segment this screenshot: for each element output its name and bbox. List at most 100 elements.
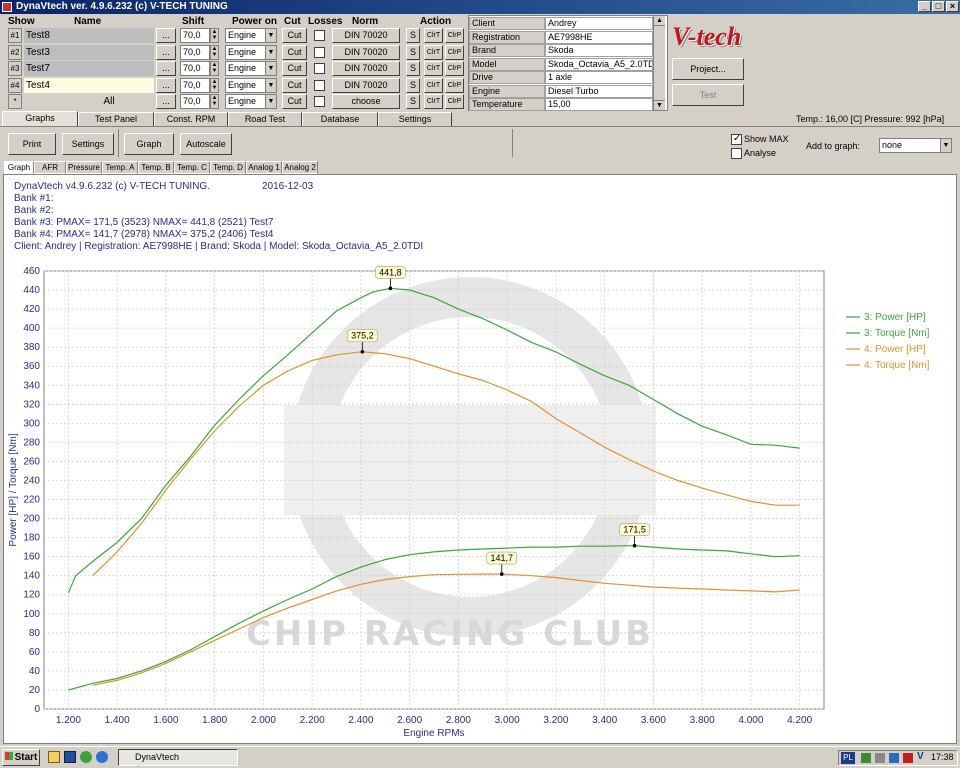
- test-button[interactable]: Test: [672, 84, 744, 106]
- norm-button[interactable]: DIN 70020: [332, 61, 400, 76]
- client-field-value[interactable]: Skoda: [545, 44, 653, 57]
- subtab-pressure[interactable]: Pressure: [66, 161, 102, 174]
- clear-torque-button[interactable]: ClrT: [424, 44, 443, 60]
- minimize-button[interactable]: _: [918, 1, 931, 12]
- row-number[interactable]: *: [8, 94, 22, 109]
- browse-button[interactable]: ...: [156, 44, 176, 60]
- shift-spinner[interactable]: ▲ ▼: [210, 94, 219, 109]
- subtab-temp-d[interactable]: Temp. D: [210, 161, 246, 174]
- shift-input[interactable]: 70,0: [180, 94, 210, 109]
- clear-power-button[interactable]: ClrP: [445, 77, 464, 93]
- shift-spinner[interactable]: ▲ ▼: [210, 28, 219, 43]
- vtech-tray-icon[interactable]: V: [917, 751, 927, 763]
- browse-button[interactable]: ...: [156, 61, 176, 76]
- taskbar-dynavtech[interactable]: DynaVtech: [118, 749, 238, 766]
- add-to-graph-select[interactable]: none ▼: [879, 138, 952, 153]
- save-test-button[interactable]: S: [406, 94, 420, 109]
- media-icon[interactable]: [80, 751, 92, 763]
- row-number[interactable]: #2: [8, 44, 22, 60]
- language-indicator[interactable]: PL: [841, 752, 855, 764]
- browse-button[interactable]: ...: [156, 94, 176, 109]
- save-test-button[interactable]: S: [406, 44, 420, 60]
- shift-spinner[interactable]: ▲ ▼: [210, 77, 219, 93]
- row-number[interactable]: #4: [8, 77, 22, 93]
- cut-button[interactable]: Cut: [282, 61, 307, 76]
- settings-button[interactable]: Settings: [62, 133, 114, 155]
- tray-app-icon[interactable]: [889, 753, 899, 763]
- browse-button[interactable]: ...: [156, 28, 176, 43]
- save-test-button[interactable]: S: [406, 77, 420, 93]
- shift-spinner[interactable]: ▲ ▼: [210, 44, 219, 60]
- tab-graphs[interactable]: Graphs: [2, 111, 78, 127]
- shift-input[interactable]: 70,0: [180, 28, 210, 43]
- client-field-value[interactable]: 15,00: [545, 98, 653, 111]
- cut-button[interactable]: Cut: [282, 94, 307, 109]
- row-number[interactable]: #3: [8, 61, 22, 76]
- subtab-afr[interactable]: AFR: [34, 161, 66, 174]
- losses-checkbox[interactable]: [314, 63, 325, 74]
- client-field-value[interactable]: AE7998HE: [545, 30, 653, 44]
- clear-torque-button[interactable]: ClrT: [424, 77, 443, 93]
- save-test-button[interactable]: S: [406, 61, 420, 76]
- power-on-select[interactable]: Engine ▼: [225, 44, 277, 60]
- tab-const-rpm[interactable]: Const. RPM: [154, 112, 228, 126]
- test-name[interactable]: Test7: [24, 61, 154, 76]
- start-button[interactable]: Start: [2, 749, 40, 766]
- subtab-temp-b[interactable]: Temp. B: [138, 161, 174, 174]
- subtab-analog-2[interactable]: Analog 2: [282, 161, 318, 174]
- clear-power-button[interactable]: ClrP: [445, 44, 464, 60]
- norm-button[interactable]: DIN 70020: [332, 44, 400, 60]
- power-on-select[interactable]: Engine ▼: [225, 77, 277, 93]
- tab-settings[interactable]: Settings: [378, 112, 452, 126]
- cut-button[interactable]: Cut: [282, 44, 307, 60]
- shift-input[interactable]: 70,0: [180, 61, 210, 76]
- client-field-value[interactable]: Skoda_Octavia_A5_2.0TDI: [545, 57, 653, 71]
- subtab-temp-a[interactable]: Temp. A: [102, 161, 138, 174]
- tab-database[interactable]: Database: [302, 112, 378, 126]
- test-name[interactable]: Test4: [24, 77, 154, 93]
- losses-checkbox[interactable]: [314, 96, 325, 107]
- norm-button[interactable]: DIN 70020: [332, 28, 400, 43]
- client-field-value[interactable]: Andrey: [545, 17, 653, 30]
- subtab-graph[interactable]: Graph: [4, 161, 34, 174]
- losses-checkbox[interactable]: [314, 46, 325, 58]
- analyse-checkbox[interactable]: [731, 148, 742, 159]
- clear-torque-button[interactable]: ClrT: [424, 61, 443, 76]
- shift-spinner[interactable]: ▲ ▼: [210, 61, 219, 76]
- subtab-analog-1[interactable]: Analog 1: [246, 161, 282, 174]
- test-name[interactable]: Test3: [24, 44, 154, 60]
- test-name[interactable]: Test8: [24, 28, 154, 43]
- maximize-button[interactable]: □: [932, 1, 945, 12]
- antivirus-icon[interactable]: [903, 753, 913, 763]
- volume-icon[interactable]: [875, 753, 885, 763]
- norm-button[interactable]: choose: [332, 94, 400, 109]
- power-on-select[interactable]: Engine ▼: [225, 28, 277, 43]
- subtab-temp-c[interactable]: Temp. C: [174, 161, 210, 174]
- show-max-checkbox[interactable]: ✓: [731, 133, 742, 145]
- losses-checkbox[interactable]: [314, 79, 325, 91]
- client-field-value[interactable]: 1 axle: [545, 71, 653, 84]
- clear-power-button[interactable]: ClrP: [445, 61, 464, 76]
- close-button[interactable]: ×: [946, 1, 959, 12]
- cut-button[interactable]: Cut: [282, 77, 307, 93]
- clear-torque-button[interactable]: ClrT: [424, 28, 443, 43]
- clear-torque-button[interactable]: ClrT: [424, 94, 443, 109]
- losses-checkbox[interactable]: [314, 30, 325, 41]
- save-test-button[interactable]: S: [406, 28, 420, 43]
- autoscale-button[interactable]: Autoscale: [180, 133, 232, 155]
- shift-input[interactable]: 70,0: [180, 44, 210, 60]
- network-icon[interactable]: [861, 753, 871, 763]
- clear-power-button[interactable]: ClrP: [445, 94, 464, 109]
- explorer-icon[interactable]: [48, 751, 60, 763]
- power-on-select[interactable]: Engine ▼: [225, 94, 277, 109]
- tab-road-test[interactable]: Road Test: [228, 112, 302, 126]
- tab-test-panel[interactable]: Test Panel: [78, 112, 154, 126]
- graph-button[interactable]: Graph: [124, 133, 174, 155]
- client-field-value[interactable]: Diesel Turbo: [545, 84, 653, 98]
- cut-button[interactable]: Cut: [282, 28, 307, 43]
- power-on-select[interactable]: Engine ▼: [225, 61, 277, 76]
- save-icon[interactable]: [64, 751, 76, 763]
- browser-icon[interactable]: [96, 751, 108, 763]
- row-number[interactable]: #1: [8, 28, 22, 43]
- print-button[interactable]: Print: [8, 133, 56, 155]
